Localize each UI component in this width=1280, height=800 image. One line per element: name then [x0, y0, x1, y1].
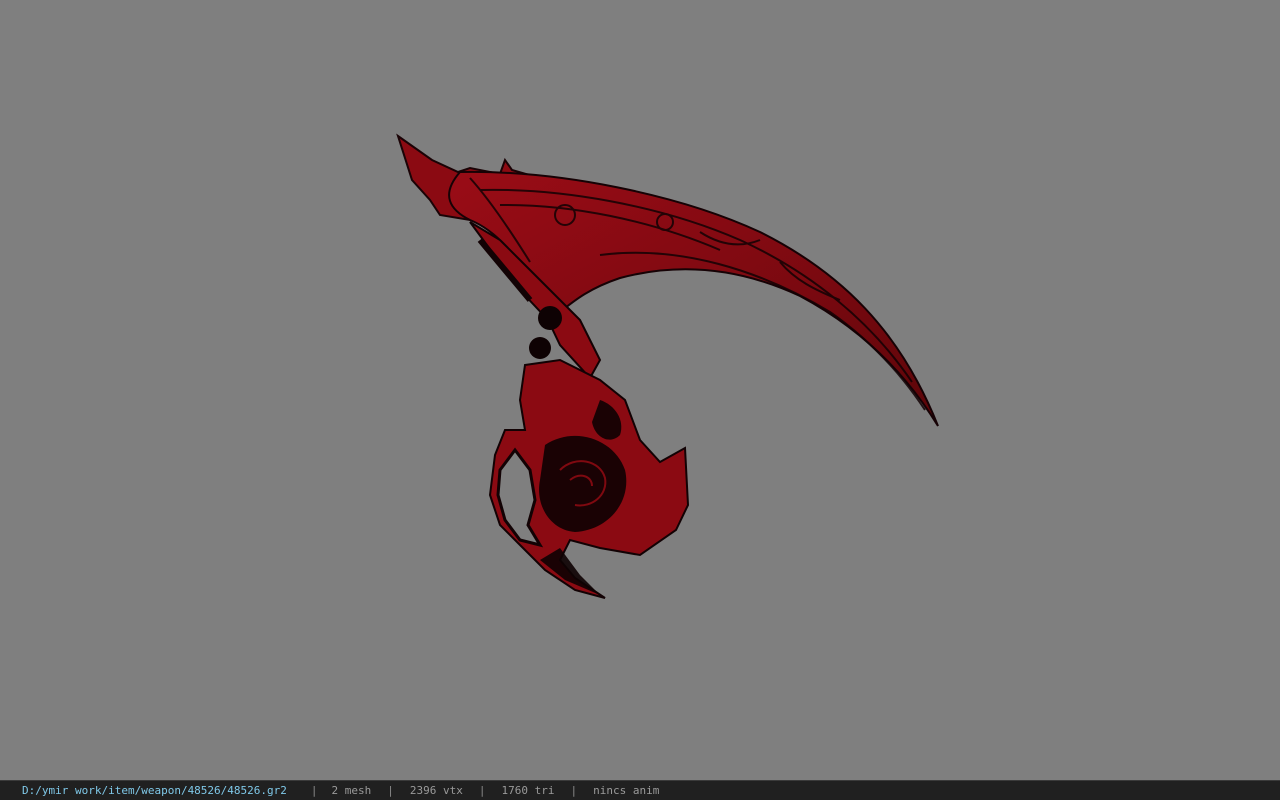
mesh-count: 2 mesh [331, 784, 372, 797]
separator: | [478, 784, 486, 797]
separator: | [387, 784, 394, 797]
3d-viewport[interactable] [0, 0, 1280, 780]
file-path: D:/ymir work/item/weapon/48526/48526.gr2 [22, 784, 287, 797]
separator: | [310, 784, 318, 797]
anim-status: nincs anim [593, 784, 660, 797]
vertex-count: 2396 vtx [409, 784, 463, 797]
separator: | [570, 784, 578, 797]
status-bar: D:/ymir work/item/weapon/48526/48526.gr2… [0, 780, 1280, 800]
triangle-count: 1760 tri [501, 784, 555, 797]
scythe-model [396, 133, 939, 599]
